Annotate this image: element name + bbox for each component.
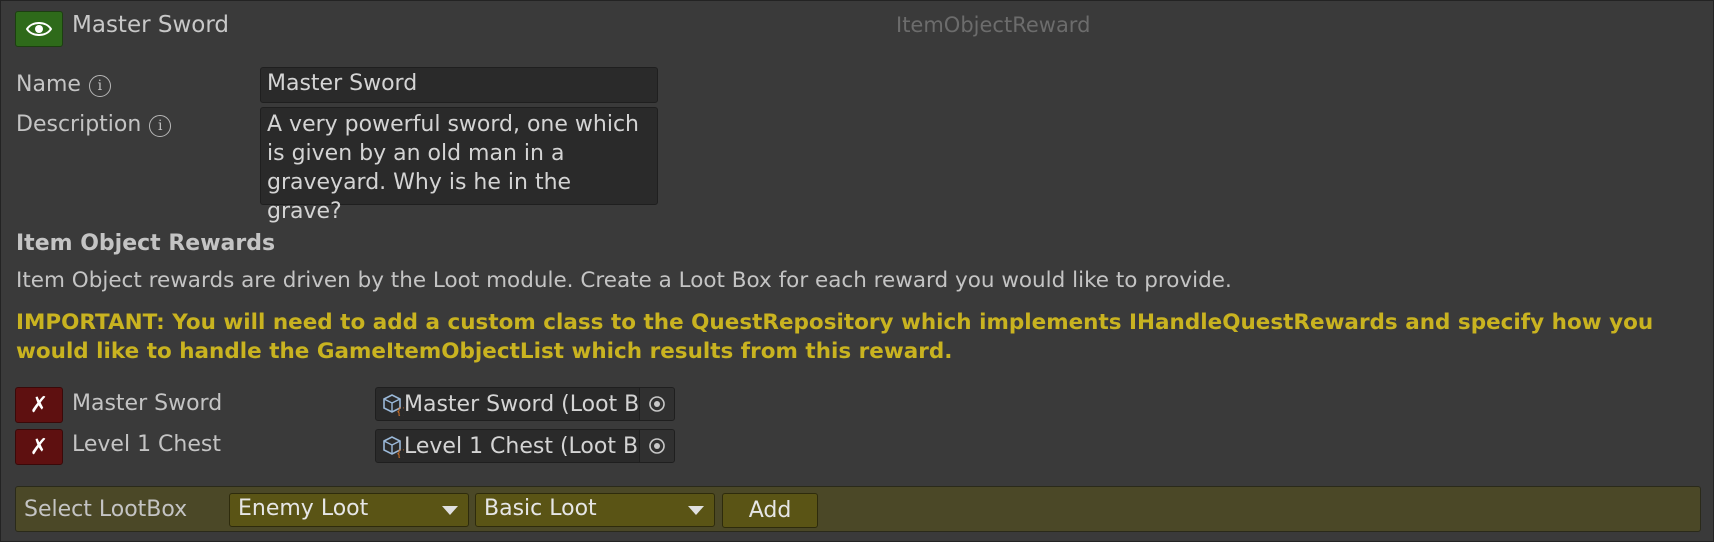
info-icon[interactable]: i: [149, 115, 172, 137]
reward-name: Master Sword: [72, 391, 223, 416]
lootbox-icon: {}: [383, 436, 404, 458]
select-lootbox-label: Select LootBox: [24, 497, 188, 522]
reward-type-label: ItemObjectReward: [896, 13, 1091, 37]
eye-icon: [26, 22, 52, 36]
remove-reward-button[interactable]: ✗: [15, 429, 63, 465]
name-input[interactable]: Master Sword: [260, 67, 658, 103]
target-icon: [649, 396, 665, 412]
lootbox-object-name: Master Sword (Loot Box): [404, 391, 639, 417]
section-description: Item Object rewards are driven by the Lo…: [16, 268, 1232, 293]
lootbox-category-dropdown[interactable]: Enemy Loot: [229, 493, 469, 527]
description-label-row: Description i: [16, 112, 172, 137]
lootbox-dropdown[interactable]: Basic Loot: [475, 493, 715, 527]
object-picker-button[interactable]: [639, 430, 674, 462]
svg-text:{}: {}: [396, 449, 404, 458]
dropdown-arrow-icon: [442, 506, 458, 515]
name-label: Name: [16, 72, 81, 97]
reward-name: Level 1 Chest: [72, 432, 221, 457]
object-picker-button[interactable]: [639, 388, 674, 420]
lootbox-object-field[interactable]: {} Level 1 Chest (Loot Box): [375, 429, 675, 463]
svg-text:{}: {}: [396, 407, 404, 416]
target-icon: [649, 438, 665, 454]
dropdown-value: Basic Loot: [484, 496, 597, 521]
select-lootbox-bar: Select LootBox Enemy Loot Basic Loot Add: [15, 486, 1701, 532]
reward-title: Master Sword: [72, 12, 229, 38]
section-title: Item Object Rewards: [16, 231, 276, 256]
lootbox-object-field[interactable]: {} Master Sword (Loot Box): [375, 387, 675, 421]
remove-reward-button[interactable]: ✗: [15, 387, 63, 423]
dropdown-arrow-icon: [688, 506, 704, 515]
important-note: IMPORTANT: You will need to add a custom…: [16, 310, 1654, 364]
dropdown-value: Enemy Loot: [238, 496, 369, 521]
add-button[interactable]: Add: [722, 493, 818, 528]
name-label-row: Name i: [16, 72, 111, 97]
lootbox-object-name: Level 1 Chest (Loot Box): [404, 433, 639, 459]
lootbox-icon: {}: [383, 394, 404, 416]
description-textarea[interactable]: A very powerful sword, one which is give…: [260, 107, 658, 224]
description-label: Description: [16, 112, 142, 137]
info-icon[interactable]: i: [88, 75, 111, 97]
item-object-reward-panel: Master Sword ItemObjectReward Name i Mast…: [0, 0, 1714, 542]
visibility-toggle-button[interactable]: [15, 11, 63, 47]
